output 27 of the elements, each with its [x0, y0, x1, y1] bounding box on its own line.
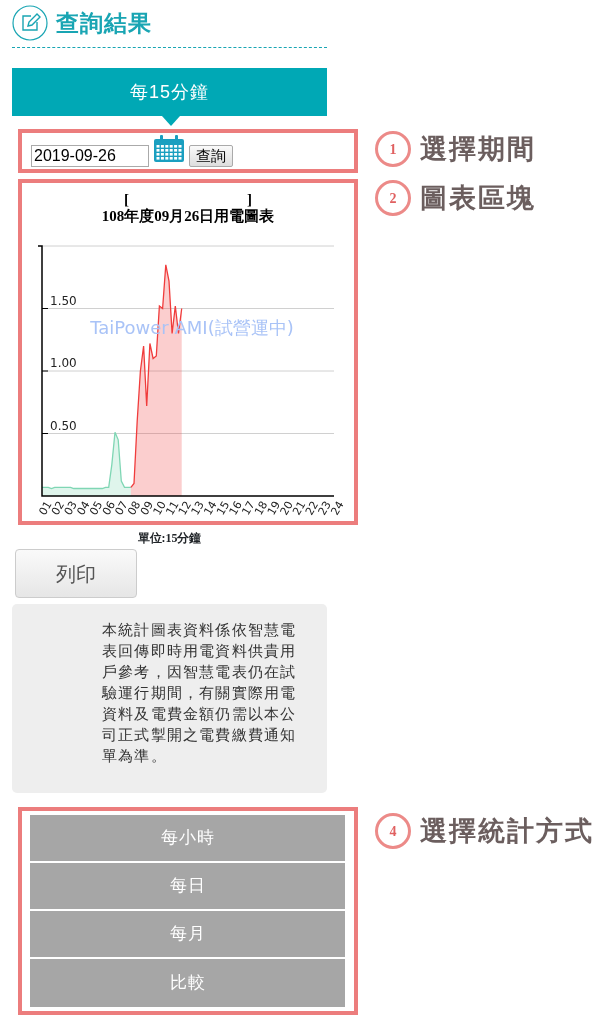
edit-icon — [12, 5, 48, 41]
notice-text: 本統計圖表資料係依智慧電表回傳即時用電資料供貴用戶參考，因智慧電表仍在試驗運行期間，有關實際用電資料及電費金額仍需以本公司正式掣開之電費繳費通知單為準。 — [102, 621, 298, 766]
period-button[interactable]: 每日 — [30, 863, 345, 911]
page-title: 查詢結果 — [56, 8, 152, 38]
interval-tab-label[interactable]: 每15分鐘 — [130, 78, 209, 106]
interval-tab[interactable]: 每15分鐘 — [12, 68, 327, 116]
callout-label: 選擇統計方式 — [420, 815, 594, 848]
axis-tick-label: 1.00 — [50, 356, 77, 370]
callout-label: 圖表區塊 — [420, 182, 536, 215]
number-circle: 1 — [375, 131, 411, 168]
period-button[interactable]: 每月 — [30, 911, 345, 959]
period-button[interactable]: 每小時 — [30, 815, 345, 863]
unit-label: 單位:15分鐘 — [136, 530, 203, 547]
print-button[interactable]: 列印 — [15, 549, 137, 598]
axis-tick-label: 1.50 — [50, 293, 77, 308]
bracket: ] — [247, 191, 252, 208]
calendar-icon[interactable] — [153, 135, 185, 163]
callout-label: 選擇期間 — [420, 133, 536, 166]
number-circle: 4 — [375, 813, 411, 850]
chart-title: 108年度09月26日用電圖表 — [100, 208, 276, 225]
bracket: [ — [124, 191, 129, 208]
period-button[interactable]: 比較 — [30, 959, 345, 1007]
axis-tick-label: 0.50 — [50, 418, 77, 433]
pointer-triangle — [162, 116, 180, 126]
query-button[interactable]: 查詢 — [189, 145, 233, 167]
number-circle: 2 — [375, 180, 411, 217]
date-field[interactable]: 2019-09-26 — [31, 145, 149, 167]
